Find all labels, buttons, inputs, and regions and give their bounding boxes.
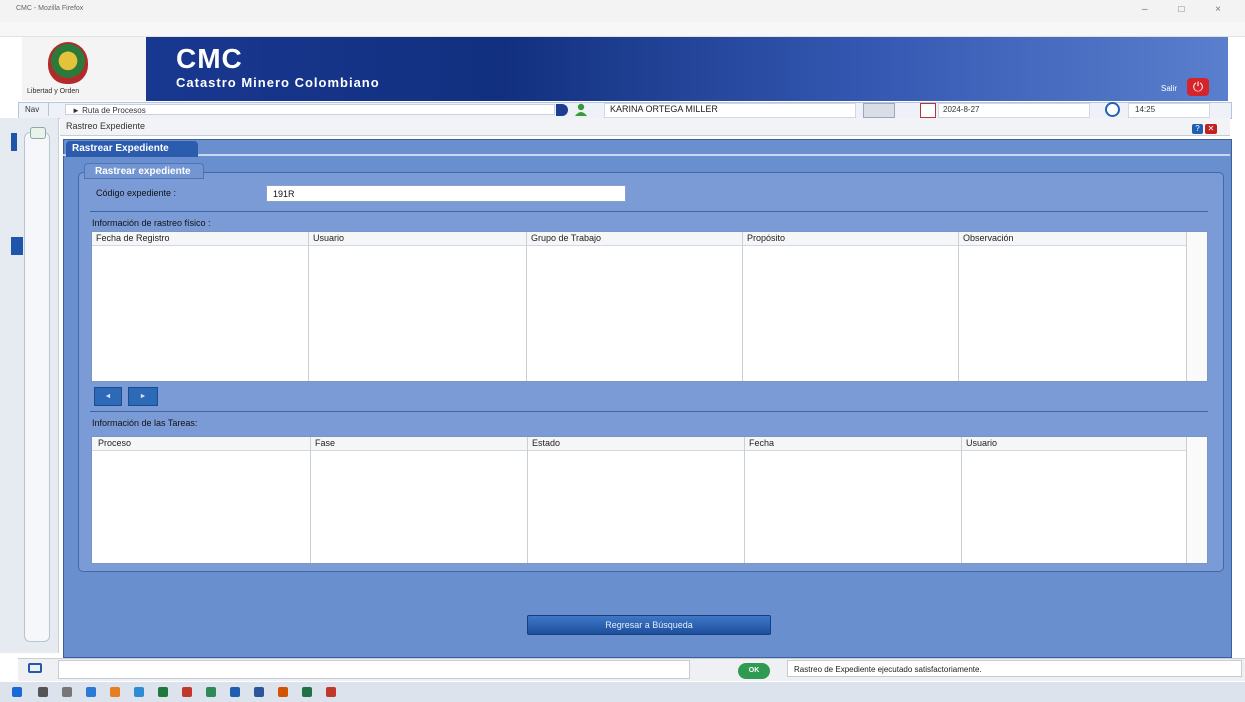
pager-next-button[interactable]: ► (128, 387, 158, 406)
column-header[interactable]: Fase (315, 438, 335, 448)
task-view-icon[interactable] (62, 687, 72, 697)
regresar-button[interactable]: Regresar a Búsqueda (527, 615, 771, 635)
edit-icon[interactable] (863, 103, 895, 118)
column-header[interactable]: Fecha (749, 438, 774, 448)
close-page-button[interactable]: ✕ (1205, 124, 1217, 134)
excel-icon[interactable] (302, 687, 312, 697)
table-scrollbar[interactable] (1186, 232, 1207, 381)
ruta-de-procesos-field[interactable]: ► Ruta de Procesos (65, 104, 555, 115)
powerpoint-icon[interactable] (278, 687, 288, 697)
panel-divider (63, 154, 1230, 156)
status-field (58, 660, 690, 679)
column-header[interactable]: Fecha de Registro (96, 233, 170, 243)
table-header (92, 437, 1207, 451)
column-header[interactable]: Usuario (966, 438, 997, 448)
codigo-expediente-input[interactable] (266, 185, 626, 202)
address-bar[interactable] (0, 22, 1245, 37)
current-time: 14:25 (1135, 105, 1156, 114)
tareas-table[interactable]: Proceso Fase Estado Fecha Usuario (91, 436, 1208, 564)
status-message: Rastreo de Expediente ejecutado satisfac… (787, 660, 1242, 677)
start-icon[interactable] (12, 687, 22, 697)
column-header[interactable]: Proceso (98, 438, 131, 448)
rastreo-fisico-table[interactable]: Fecha de Registro Usuario Grupo de Traba… (91, 231, 1208, 382)
user-icon (575, 103, 587, 116)
taskbar-app-icon[interactable] (230, 687, 240, 697)
column-divider (958, 232, 959, 381)
breadcrumb: Rastreo Expediente (66, 121, 146, 131)
column-header[interactable]: Propósito (747, 233, 785, 243)
pager-prev-button[interactable]: ◄ (94, 387, 122, 406)
minimize-button[interactable]: – (1142, 4, 1162, 15)
column-divider (526, 232, 527, 381)
sidebar-panel[interactable] (24, 132, 50, 642)
salir-label[interactable]: Salir (1161, 84, 1177, 93)
window-controls[interactable]: – □ × (1142, 4, 1235, 15)
codigo-expediente-label: Código expediente : (96, 188, 177, 198)
firefox-icon[interactable] (110, 687, 120, 697)
ruta-arrow-icon[interactable] (556, 104, 568, 116)
column-divider (742, 232, 743, 381)
window-title: CMC - Mozilla Firefox (16, 5, 84, 12)
sidebar-tab-top[interactable] (11, 133, 17, 151)
column-header[interactable]: Estado (532, 438, 560, 448)
breadcrumb-row (60, 118, 1230, 136)
user-name: KARINA ORTEGA MILLER (610, 104, 718, 114)
taskbar-app-icon[interactable] (182, 687, 192, 697)
divider (90, 211, 1208, 212)
power-icon[interactable]: ⏻ (1187, 78, 1209, 96)
coat-of-arms-icon (48, 42, 88, 84)
nav-divider (48, 103, 49, 116)
sidebar-tab-middle[interactable] (11, 237, 23, 255)
help-button[interactable]: ? (1192, 124, 1203, 134)
column-header[interactable]: Observación (963, 233, 1014, 243)
table-scrollbar[interactable] (1186, 437, 1207, 563)
column-header[interactable]: Usuario (313, 233, 344, 243)
divider (90, 411, 1208, 412)
column-header[interactable]: Grupo de Trabajo (531, 233, 601, 243)
pdf-icon[interactable] (326, 687, 336, 697)
tab-rastrear-expediente[interactable]: Rastrear Expediente (66, 141, 198, 157)
clock-icon (1105, 102, 1120, 117)
taskbar-app-icon[interactable] (158, 687, 168, 697)
rastreo-fisico-label: Información de rastreo físico : (92, 218, 211, 228)
close-window-button[interactable]: × (1215, 4, 1235, 15)
window-titlebar: CMC - Mozilla Firefox – □ × (0, 0, 1245, 22)
calendar-icon (920, 103, 936, 118)
nav-label[interactable]: Nav (25, 105, 39, 114)
search-icon[interactable] (38, 687, 48, 697)
app-subtitle: Catastro Minero Colombiano (176, 75, 380, 90)
ok-icon: OK (738, 663, 770, 679)
taskbar-app-icon[interactable] (134, 687, 144, 697)
taskbar-app-icon[interactable] (206, 687, 216, 697)
taskbar-app-icon[interactable] (86, 687, 96, 697)
column-divider (310, 437, 311, 563)
current-date: 2024-8-27 (943, 105, 980, 114)
sidebar-toggle-button[interactable] (30, 127, 46, 139)
maximize-button[interactable]: □ (1178, 4, 1198, 15)
column-divider (744, 437, 745, 563)
column-divider (961, 437, 962, 563)
crest-caption: Libertad y Orden (27, 88, 80, 95)
tareas-label: Información de las Tareas: (92, 418, 198, 428)
column-divider (308, 232, 309, 381)
monitor-icon[interactable] (28, 663, 42, 673)
column-divider (527, 437, 528, 563)
subtab-rastrear-expediente[interactable]: Rastrear expediente (84, 163, 204, 179)
table-header (92, 232, 1207, 246)
word-icon[interactable] (254, 687, 264, 697)
app-title: CMC (176, 43, 243, 74)
